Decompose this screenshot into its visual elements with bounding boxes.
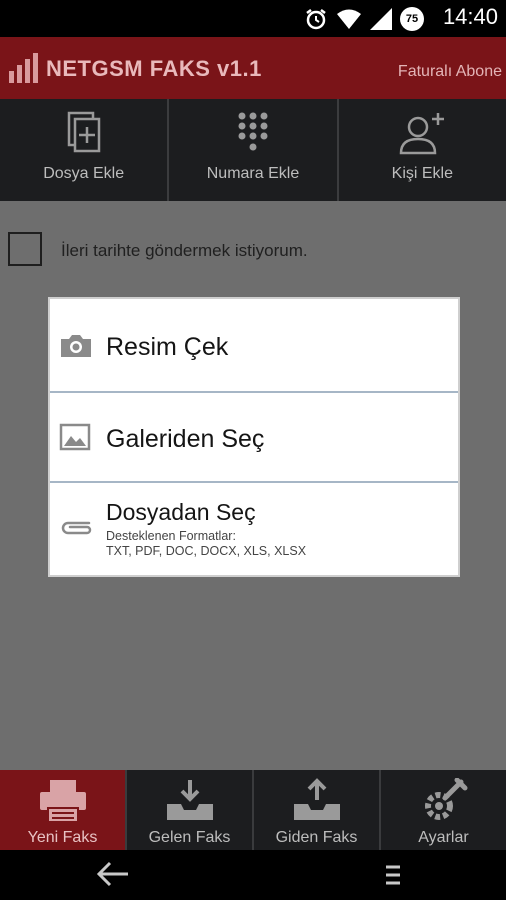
supported-formats-caption: Desteklenen Formatlar: [106, 529, 236, 543]
schedule-label[interactable]: İleri tarihte göndermek istiyorum. [61, 241, 308, 261]
add-contact-button[interactable]: Kişi Ekle [339, 99, 506, 201]
add-number-label: Numara Ekle [206, 165, 300, 182]
alarm-icon [306, 9, 326, 30]
app-header: NETGSM FAKS v1.1 Faturalı Abone [0, 37, 506, 99]
choose-gallery-label: Galeriden Seç [106, 425, 265, 453]
action-toolbar: Dosya Ekle Numara Ekle Kişi Ekle [0, 99, 506, 201]
tab-incoming-fax[interactable]: Gelen Faks [127, 770, 254, 850]
camera-icon [61, 335, 91, 357]
choose-file-label: Dosyadan Seç [106, 499, 256, 525]
add-person-icon [400, 113, 445, 155]
dialpad-icon [238, 112, 268, 151]
signal-bars-logo-icon [9, 53, 38, 83]
app-title: NETGSM FAKS v1.1 [46, 56, 262, 81]
tab-new-fax[interactable]: Yeni Faks [0, 770, 127, 850]
account-type[interactable]: Faturalı Abone [398, 63, 502, 81]
tab-incoming-fax-label: Gelen Faks [148, 829, 231, 846]
wifi-icon [337, 9, 361, 29]
take-photo-label: Resim Çek [106, 333, 229, 361]
attachment-dialog: Resim Çek Galeriden Seç Dosyadan Seç Des… [48, 297, 460, 577]
fax-icon [39, 780, 86, 823]
add-contact-label: Kişi Ekle [391, 165, 453, 182]
tab-outgoing-fax[interactable]: Giden Faks [254, 770, 381, 850]
signal-icon [370, 8, 392, 30]
gallery-icon [59, 423, 91, 451]
back-arrow-icon[interactable] [96, 860, 130, 888]
status-bar: 75 14:40 [0, 0, 506, 37]
bottom-tab-bar: Yeni Faks Gelen Faks Giden Faks Ayarlar [0, 770, 506, 850]
add-number-button[interactable]: Numara Ekle [169, 99, 339, 201]
outbox-upload-icon [293, 778, 340, 820]
system-nav-bar [0, 850, 506, 900]
choose-gallery-option[interactable]: Galeriden Seç [50, 393, 458, 483]
schedule-checkbox[interactable] [8, 232, 42, 266]
status-icons: 75 [304, 6, 424, 32]
inbox-download-icon [166, 780, 213, 820]
tab-settings-label: Ayarlar [418, 829, 469, 846]
settings-tools-icon [424, 778, 467, 820]
menu-icon[interactable] [384, 864, 402, 886]
paperclip-icon [61, 521, 92, 535]
battery-icon: 75 [400, 7, 424, 31]
add-file-label: Dosya Ekle [43, 165, 125, 182]
tab-outgoing-fax-label: Giden Faks [275, 829, 358, 846]
supported-formats-list: TXT, PDF, DOC, DOCX, XLS, XLSX [106, 544, 307, 558]
document-add-icon [67, 111, 100, 153]
choose-file-option[interactable]: Dosyadan Seç Desteklenen Formatlar: TXT,… [50, 483, 458, 575]
take-photo-option[interactable]: Resim Çek [50, 299, 458, 393]
tab-new-fax-label: Yeni Faks [27, 829, 98, 846]
status-time: 14:40 [442, 4, 498, 29]
add-file-button[interactable]: Dosya Ekle [0, 99, 170, 201]
tab-settings[interactable]: Ayarlar [381, 770, 506, 850]
